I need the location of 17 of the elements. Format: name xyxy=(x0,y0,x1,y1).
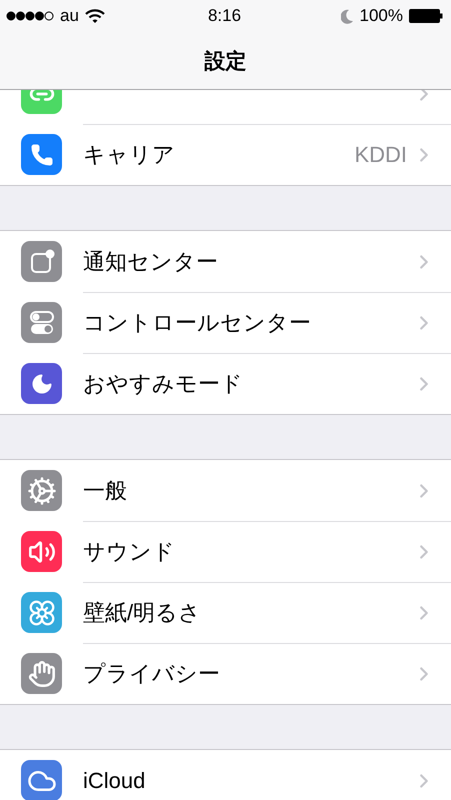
detail-value: KDDI xyxy=(354,142,407,168)
battery-percent: 100% xyxy=(360,6,403,26)
row-label: 一般 xyxy=(83,476,128,504)
row-label: キャリア xyxy=(83,141,176,169)
row-label: サウンド xyxy=(83,538,176,566)
row-label: iCloud xyxy=(83,768,146,794)
battery-icon xyxy=(409,9,443,23)
row-label: プライバシー xyxy=(83,660,221,688)
page-title: 設定 xyxy=(204,48,246,74)
row-label: 壁紙/明るさ xyxy=(83,599,202,627)
row-label: 通知センター xyxy=(83,248,219,276)
row-label: おやすみモード xyxy=(83,370,244,398)
status-time: 8:16 xyxy=(208,6,242,26)
signal-icon xyxy=(6,11,54,21)
row-label: コントロールセンター xyxy=(83,309,312,337)
carrier-name: au xyxy=(60,6,79,26)
wifi-icon xyxy=(84,8,105,24)
